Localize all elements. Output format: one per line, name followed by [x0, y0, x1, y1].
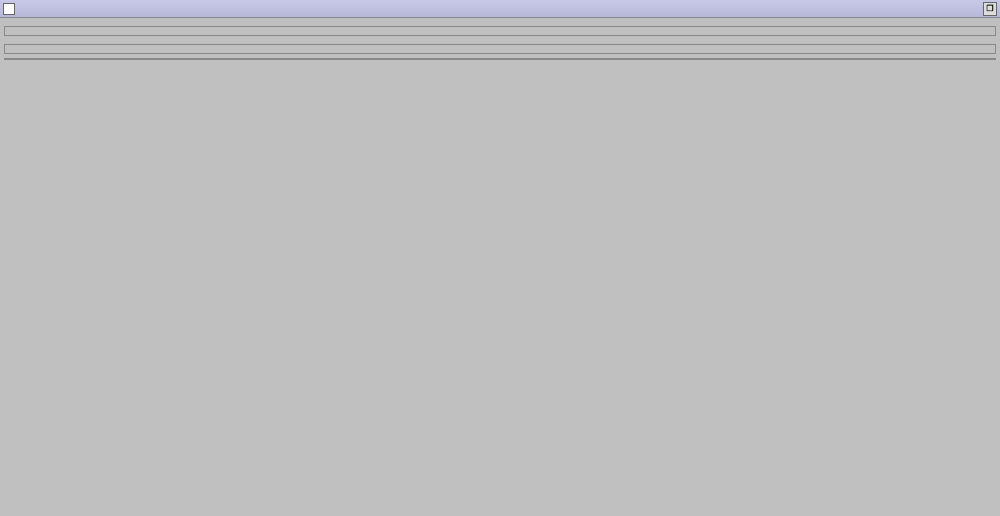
maximize-button[interactable]: ❐ [983, 2, 997, 16]
legend-bar [4, 44, 996, 54]
window-titlebar[interactable]: ❐ [0, 0, 1000, 18]
legend-bar [4, 26, 996, 36]
summary-table-wrap [4, 58, 996, 60]
window-sysicon[interactable] [3, 3, 15, 15]
